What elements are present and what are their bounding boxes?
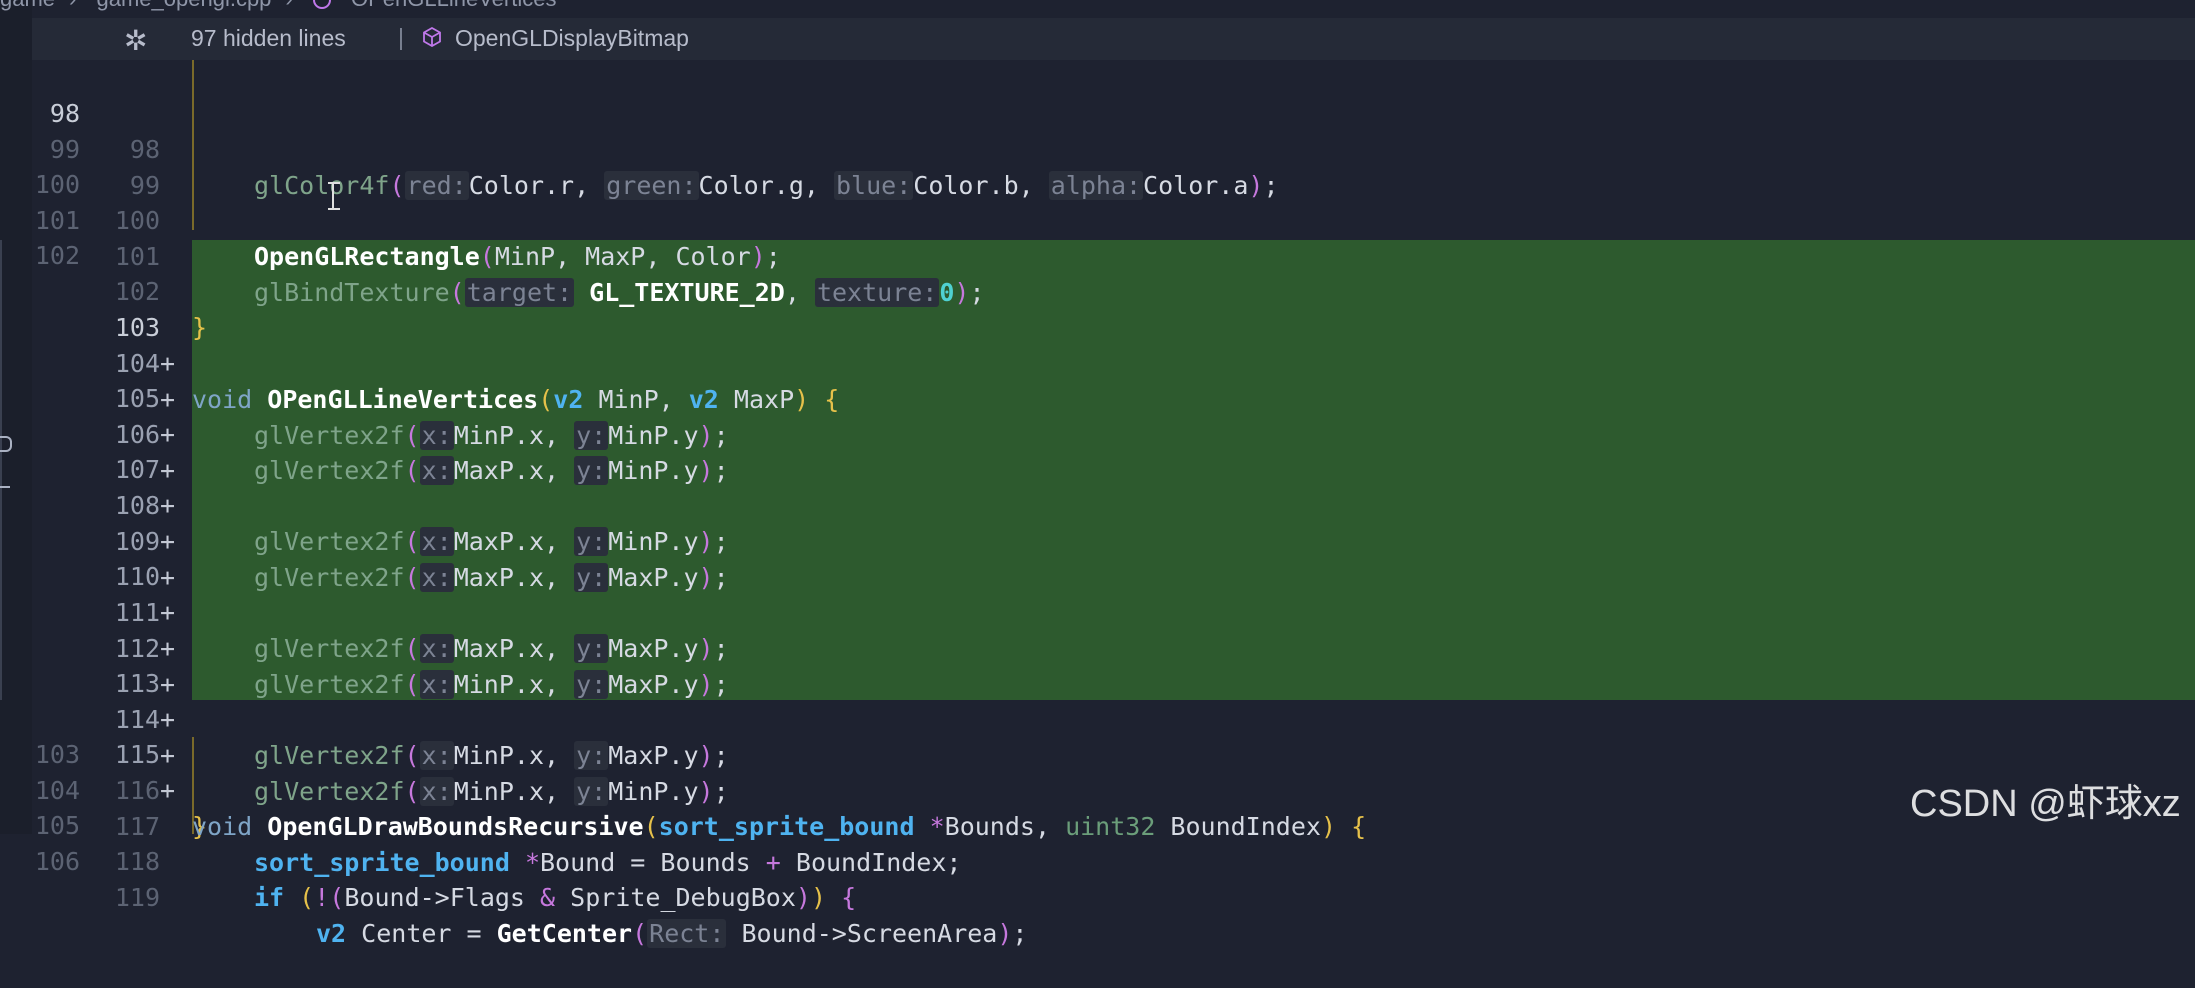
breadcrumb-item-game[interactable]: game — [0, 0, 55, 11]
new-line-number: 118 — [114, 847, 160, 876]
symbol-icon — [312, 0, 331, 10]
code-line: 105 118 if (!(Bound->Flags & Sprite_Debu… — [0, 772, 2195, 912]
cube-icon — [423, 27, 441, 47]
code-line-added: 109 + — [0, 452, 2195, 592]
code-line-added: 114 + glVertex2f(x:MinP.x, y:MinP.y); — [0, 630, 2195, 806]
code-line-added: 111 + glVertex2f(x:MinP.x, y:MaxP.y); — [0, 523, 2195, 699]
code-line-added: 103 + void OPenGLLineVertices(v2 MinP, v… — [0, 238, 2195, 414]
code-line-added: 110 + glVertex2f(x:MaxP.x, y:MaxP.y); — [0, 487, 2195, 663]
code-line-added: 107 + glVertex2f(x:MaxP.x, y:MinP.y); — [0, 380, 2195, 556]
breadcrumb: game› game_opengl.cpp› OPenGLLineVertice… — [0, 0, 570, 11]
code-line-added: 112 + — [0, 559, 2195, 699]
breadcrumb-item-symbol[interactable]: OPenGLLineVertices — [351, 0, 556, 11]
code-line-added: 115 + } — [0, 665, 2195, 841]
code-line: 98 98 glColor4f(red:Color.r, green:Color… — [0, 60, 2195, 200]
code-line: 99 99 — [0, 96, 2195, 200]
code-line-added: 105 + glVertex2f(x:MaxP.x, y:MinP.y); — [0, 309, 2195, 485]
new-line-number: 119 — [114, 883, 160, 912]
code-line: 106 119 v2 Center = GetCenter(Rect: Boun… — [0, 808, 2195, 948]
hidden-bar-separator: | — [398, 24, 404, 50]
code-line-added: 104 + glVertex2f(x:MinP.x, y:MinP.y); — [0, 274, 2195, 450]
hidden-bar-symbol[interactable]: OpenGLDisplayBitmap — [455, 25, 689, 52]
code-line-added: 108 + glVertex2f(x:MaxP.x, y:MaxP.y); — [0, 416, 2195, 592]
hidden-lines-bar[interactable]: ✲ 97 hidden lines | OpenGLDisplayBitmap — [32, 18, 2195, 60]
text-cursor-icon — [328, 182, 340, 210]
watermark: CSDN @虾球xz — [1910, 783, 2181, 825]
code-text: if (!(Bound->Flags & Sprite_DebugBox)) { — [254, 883, 857, 912]
code-text: sort_sprite_bound *Bound = Bounds + Boun… — [254, 848, 962, 877]
breadcrumb-item-file[interactable]: game_opengl.cpp — [97, 0, 272, 11]
fold-icon[interactable]: ✲ — [124, 24, 147, 57]
hidden-lines-label[interactable]: 97 hidden lines — [191, 25, 346, 52]
code-text: v2 Center = GetCenter(Rect: Bound->Scree… — [316, 919, 1028, 948]
code-line: 101 101 glBindTexture(target: GL_TEXTURE… — [0, 167, 2195, 307]
code-line-added: 106 + — [0, 345, 2195, 485]
code-line-added: 113 + glVertex2f(x:MinP.x, y:MaxP.y); — [0, 594, 2195, 770]
code-line: 103 116 void OpenGLDrawBoundsRecursive(s… — [0, 701, 2195, 841]
code-line: 100 100 OpenGLRectangle(MinP, MaxP, Colo… — [0, 131, 2195, 271]
code-line: 104 117 sort_sprite_bound *Bound = Bound… — [0, 737, 2195, 877]
old-line-number: 106 — [34, 847, 80, 876]
